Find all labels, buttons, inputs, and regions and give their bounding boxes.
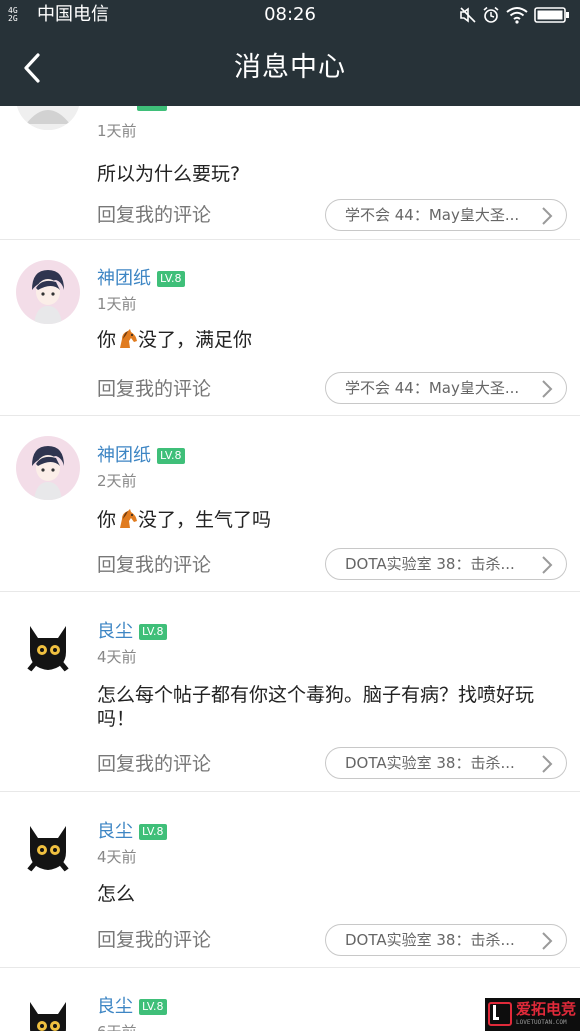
message-content: 怎么 bbox=[97, 883, 136, 905]
alarm-icon bbox=[482, 6, 500, 24]
black-cat-avatar[interactable] bbox=[16, 988, 80, 1031]
reference-text: 学不会 44：May皇大圣... bbox=[345, 206, 520, 224]
reference-link[interactable]: 学不会 44：May皇大圣... bbox=[325, 199, 567, 231]
username[interactable]: 神团纸 LV.8 bbox=[97, 445, 185, 467]
level-badge bbox=[137, 106, 167, 111]
reply-label: 回复我的评论 bbox=[97, 554, 212, 576]
username[interactable]: 神团纸 LV.8 bbox=[97, 268, 185, 290]
message-content: 你没了，生气了吗 bbox=[97, 509, 272, 531]
status-icons bbox=[460, 5, 570, 25]
message-item: 良尘 LV.8 4天前 怎么每个帖子都有你这个毒狗。脑子有病？找喷好玩吗！ 回复… bbox=[0, 592, 580, 792]
page-title: 消息中心 bbox=[234, 52, 346, 83]
black-cat-avatar[interactable] bbox=[16, 812, 80, 876]
message-time: 2天前 bbox=[97, 472, 137, 490]
chevron-right-icon bbox=[542, 207, 553, 225]
status-bar: 4G 2G 中国电信 08:26 bbox=[0, 0, 580, 30]
wifi-icon bbox=[506, 6, 528, 24]
message-item: 神团纸 LV.8 1天前 你没了，满足你 回复我的评论 学不会 44：May皇大… bbox=[0, 240, 580, 416]
message-content: 你没了，满足你 bbox=[97, 329, 253, 351]
reference-text: 学不会 44：May皇大圣... bbox=[345, 379, 520, 397]
level-badge: LV.8 bbox=[139, 624, 167, 640]
reference-link[interactable]: DOTA实验室 38：击杀... bbox=[325, 548, 567, 580]
brand-watermark: 爱拓电竞 LOVETUOTAN.COM bbox=[485, 998, 580, 1031]
horse-emoji-icon bbox=[120, 509, 138, 528]
reply-label: 回复我的评论 bbox=[97, 929, 212, 951]
reply-label: 回复我的评论 bbox=[97, 753, 212, 775]
level-badge: LV.8 bbox=[139, 824, 167, 840]
level-badge: LV.8 bbox=[157, 271, 185, 287]
chevron-right-icon bbox=[542, 380, 553, 398]
reference-link[interactable]: DOTA实验室 38：击杀... bbox=[325, 747, 567, 779]
message-list[interactable]: 1天前 所以为什么要玩? 回复我的评论 学不会 44：May皇大圣... 神团纸… bbox=[0, 106, 580, 1031]
reference-text: DOTA实验室 38：击杀... bbox=[345, 555, 515, 573]
message-content: 所以为什么要玩? bbox=[97, 163, 241, 185]
username[interactable]: 良尘 LV.8 bbox=[97, 996, 167, 1018]
chevron-right-icon bbox=[542, 556, 553, 574]
username[interactable]: 良尘 LV.8 bbox=[97, 821, 167, 843]
reference-text: DOTA实验室 38：击杀... bbox=[345, 931, 515, 949]
anime-boy-avatar[interactable] bbox=[16, 260, 80, 324]
level-badge: LV.8 bbox=[157, 448, 185, 464]
reference-link[interactable]: DOTA实验室 38：击杀... bbox=[325, 924, 567, 956]
chevron-right-icon bbox=[542, 755, 553, 773]
navigation-bar: 消息中心 bbox=[0, 30, 580, 106]
message-time: 4天前 bbox=[97, 848, 137, 866]
message-time: 1天前 bbox=[97, 295, 137, 313]
anime-boy-avatar[interactable] bbox=[16, 436, 80, 500]
message-item: 1天前 所以为什么要玩? 回复我的评论 学不会 44：May皇大圣... bbox=[0, 106, 580, 240]
battery-icon bbox=[534, 6, 570, 24]
reply-label: 回复我的评论 bbox=[97, 204, 212, 226]
level-badge: LV.8 bbox=[139, 999, 167, 1015]
brand-url: LOVETUOTAN.COM bbox=[516, 1019, 567, 1026]
reply-label: 回复我的评论 bbox=[97, 378, 212, 400]
username[interactable]: 良尘 LV.8 bbox=[97, 621, 167, 643]
default-avatar[interactable] bbox=[16, 106, 80, 130]
brand-logo-icon bbox=[488, 1002, 512, 1026]
message-time: 6天前 bbox=[97, 1023, 137, 1031]
reference-link[interactable]: 学不会 44：May皇大圣... bbox=[325, 372, 567, 404]
chevron-right-icon bbox=[542, 932, 553, 950]
mute-icon bbox=[460, 6, 476, 24]
message-time: 1天前 bbox=[97, 122, 137, 140]
horse-emoji-icon bbox=[120, 329, 138, 348]
message-item: 神团纸 LV.8 2天前 你没了，生气了吗 回复我的评论 DOTA实验室 38：… bbox=[0, 416, 580, 592]
message-content: 怎么每个帖子都有你这个毒狗。脑子有病？找喷好玩吗！ bbox=[97, 684, 535, 730]
message-time: 4天前 bbox=[97, 648, 137, 666]
message-item: 良尘 LV.8 4天前 怎么 回复我的评论 DOTA实验室 38：击杀... bbox=[0, 792, 580, 968]
brand-name: 爱拓电竞 bbox=[516, 1000, 577, 1018]
reference-text: DOTA实验室 38：击杀... bbox=[345, 754, 515, 772]
black-cat-avatar[interactable] bbox=[16, 612, 80, 676]
